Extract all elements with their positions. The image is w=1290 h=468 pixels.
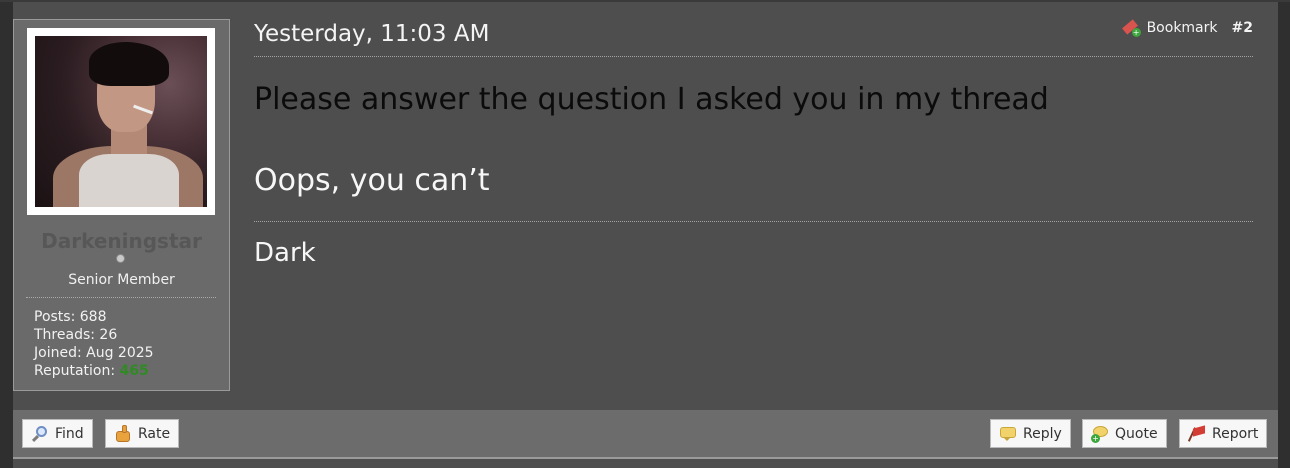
avatar[interactable] (35, 36, 207, 207)
user-info-panel: Darkeningstar Senior Member Posts: 688 T… (13, 19, 230, 391)
frame-top (0, 0, 1290, 2)
quote-add-icon: + (1091, 425, 1109, 443)
quote-button-label: Quote (1115, 425, 1158, 442)
stat-threads: Threads: 26 (34, 327, 118, 343)
reply-button[interactable]: Reply (990, 419, 1071, 448)
magnifier-icon (31, 425, 49, 443)
thumbs-up-icon (114, 424, 132, 443)
avatar-frame[interactable] (27, 28, 215, 215)
speech-bubble-icon (999, 425, 1017, 443)
red-flag-icon (1187, 424, 1206, 443)
user-info-divider (26, 297, 216, 298)
stat-joined: Joined: Aug 2025 (34, 345, 154, 361)
user-stats: Posts: 688 Threads: 26 Joined: Aug 2025 … (34, 308, 154, 380)
report-button[interactable]: Report (1179, 419, 1268, 448)
stat-reputation: Reputation: 465 (34, 363, 149, 379)
stat-posts: Posts: 688 (34, 309, 107, 325)
message-line: Oops, you can’t (254, 163, 490, 198)
user-title: Senior Member (68, 272, 175, 288)
post-actions: + Bookmark #2 (1121, 19, 1253, 37)
find-button-label: Find (55, 425, 84, 442)
quote-button[interactable]: + Quote (1082, 419, 1167, 448)
username[interactable]: Darkeningstar (14, 229, 229, 253)
signature: Dark (254, 238, 316, 268)
post-number-link[interactable]: #2 (1232, 20, 1253, 36)
header-divider (254, 56, 1253, 57)
rate-button[interactable]: Rate (105, 419, 180, 448)
post-bottom-line (13, 457, 1278, 459)
page-edge-left (0, 0, 13, 468)
bookmark-link[interactable]: Bookmark (1147, 20, 1218, 36)
find-button[interactable]: Find (22, 419, 93, 448)
page-edge-right (1278, 0, 1290, 468)
report-button-label: Report (1212, 425, 1259, 442)
offline-status-icon (116, 254, 125, 263)
message-line: Please answer the question I asked you i… (254, 82, 1049, 117)
reputation-value[interactable]: 465 (120, 363, 149, 379)
reply-button-label: Reply (1023, 425, 1062, 442)
rate-button-label: Rate (138, 425, 171, 442)
signature-divider (254, 221, 1253, 222)
bookmark-add-icon[interactable]: + (1121, 19, 1141, 37)
post-date: Yesterday, 11:03 AM (254, 21, 490, 47)
